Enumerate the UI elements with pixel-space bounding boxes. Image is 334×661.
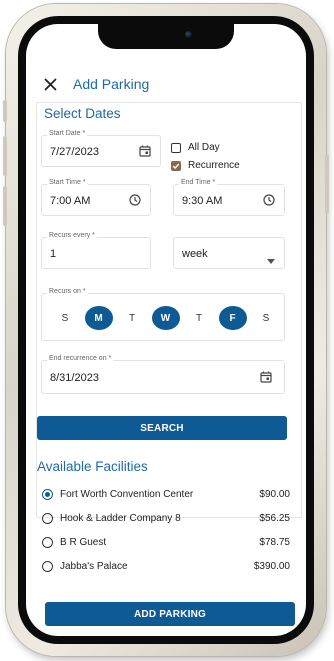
all-day-checkbox-box[interactable] xyxy=(171,142,181,153)
facility-row[interactable]: B R Guest $78.75 xyxy=(42,533,290,551)
day-thursday[interactable]: T xyxy=(185,306,213,330)
facility-name: Jabba's Palace xyxy=(60,560,128,572)
recurs-every-value: 1 xyxy=(50,248,57,260)
start-time-label: Start Time * xyxy=(47,179,88,186)
all-day-label: All Day xyxy=(188,142,220,153)
start-date-field[interactable]: Start Date * 7/27/2023 xyxy=(41,130,161,167)
period-value: week xyxy=(182,248,208,260)
recurrence-checkbox[interactable]: Recurrence xyxy=(171,160,240,171)
start-date-label: Start Date * xyxy=(47,130,88,137)
checkmark-icon xyxy=(172,163,180,169)
facility-name: Fort Worth Convention Center xyxy=(60,488,194,500)
facility-price: $78.75 xyxy=(259,536,290,548)
radio-selected-dot xyxy=(45,491,50,497)
notch xyxy=(98,24,234,49)
facility-row[interactable]: Jabba's Palace $390.00 xyxy=(42,557,290,575)
recurs-on-field: Recurs on * S M T W T F S xyxy=(41,288,286,341)
page-title: Add Parking xyxy=(73,76,150,92)
power-button xyxy=(325,154,329,214)
calendar-icon[interactable] xyxy=(139,144,151,162)
day-sunday[interactable]: S xyxy=(51,306,79,330)
facility-name: B R Guest xyxy=(60,536,107,548)
start-date-value: 7/27/2023 xyxy=(50,146,99,158)
start-time-field[interactable]: Start Time * 7:00 AM xyxy=(41,179,151,216)
facility-row[interactable]: Hook & Ladder Company 8 $56.25 xyxy=(42,509,290,527)
facility-radio[interactable] xyxy=(42,512,53,524)
recurs-on-label: Recurs on * xyxy=(47,288,88,295)
phone-bezel: Add Parking Select Dates Start Date * 7/… xyxy=(18,16,314,644)
camera xyxy=(185,31,192,38)
app-screen: Add Parking Select Dates Start Date * 7/… xyxy=(26,24,306,636)
facility-row[interactable]: Fort Worth Convention Center $90.00 xyxy=(42,485,290,503)
select-dates-title: Select Dates xyxy=(44,106,121,121)
recurrence-checkbox-box[interactable] xyxy=(171,160,181,171)
end-recurrence-value: 8/31/2023 xyxy=(50,372,99,384)
day-wednesday[interactable]: W xyxy=(151,306,180,330)
facility-radio[interactable] xyxy=(42,488,53,500)
mute-switch xyxy=(3,100,7,122)
clock-icon[interactable] xyxy=(129,193,141,211)
day-selector: S M T W T F S xyxy=(51,306,286,330)
end-time-field[interactable]: End Time * 9:30 AM xyxy=(173,179,285,216)
recurrence-label: Recurrence xyxy=(188,160,240,171)
facility-price: $390.00 xyxy=(253,560,290,572)
facility-price: $90.00 xyxy=(259,488,290,500)
recurs-every-label: Recurs every * xyxy=(47,232,97,239)
end-time-label: End Time * xyxy=(179,179,218,186)
day-friday[interactable]: F xyxy=(218,306,247,330)
search-button[interactable]: SEARCH xyxy=(37,416,287,440)
app-header: Add Parking xyxy=(26,68,306,100)
day-saturday[interactable]: S xyxy=(252,306,280,330)
chevron-down-icon xyxy=(267,251,275,269)
end-recurrence-label: End recurrence on * xyxy=(47,355,114,362)
end-time-value: 9:30 AM xyxy=(182,195,223,207)
add-parking-button[interactable]: ADD PARKING xyxy=(45,602,295,626)
start-time-value: 7:00 AM xyxy=(50,195,91,207)
clock-icon[interactable] xyxy=(263,193,275,211)
facility-radio[interactable] xyxy=(42,560,53,572)
select-dates-card: Select Dates Start Date * 7/27/2023 All … xyxy=(36,102,302,518)
facility-name: Hook & Ladder Company 8 xyxy=(60,512,181,524)
volume-up-button xyxy=(3,136,7,176)
facility-price: $56.25 xyxy=(259,512,290,524)
day-monday[interactable]: M xyxy=(84,306,113,330)
end-recurrence-field[interactable]: End recurrence on * 8/31/2023 xyxy=(41,355,285,394)
phone-frame: Add Parking Select Dates Start Date * 7/… xyxy=(3,4,329,656)
available-facilities-title: Available Facilities xyxy=(37,459,148,474)
period-select[interactable]: week xyxy=(173,237,285,269)
day-tuesday[interactable]: T xyxy=(118,306,146,330)
calendar-icon[interactable] xyxy=(260,370,272,388)
all-day-checkbox[interactable]: All Day xyxy=(171,142,220,153)
volume-down-button xyxy=(3,186,7,226)
close-icon xyxy=(44,78,56,90)
close-button[interactable] xyxy=(40,74,60,94)
recurs-every-field[interactable]: Recurs every * 1 xyxy=(41,232,151,269)
facility-radio[interactable] xyxy=(42,536,53,548)
